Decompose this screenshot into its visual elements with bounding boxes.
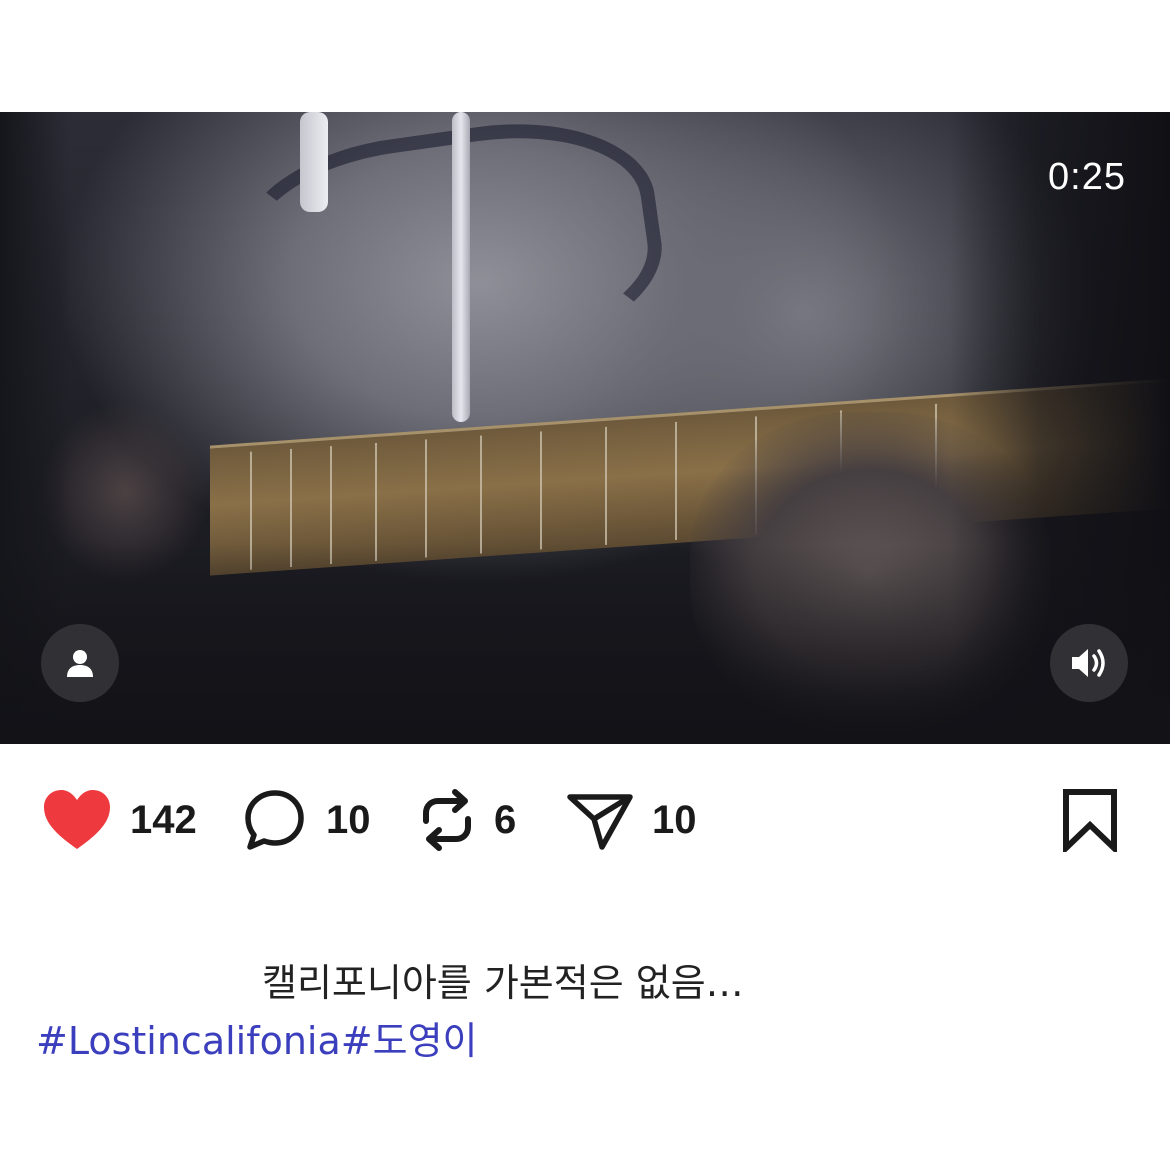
like-button[interactable]: 142 [42, 770, 197, 870]
hashtag-link[interactable]: #도영이 [341, 1019, 478, 1063]
video-duration: 0:25 [1048, 156, 1126, 198]
hashtag-list: #Lostincalifonia#도영이 [36, 1010, 478, 1065]
like-count: 142 [130, 797, 197, 842]
paper-plane-icon [567, 794, 633, 850]
speaker-icon [1072, 649, 1105, 677]
post-caption: 캘리포니아를 가본적은 없음… [262, 961, 744, 1005]
sound-toggle-button[interactable] [1050, 624, 1128, 702]
comment-bubble-icon [245, 790, 304, 850]
save-button[interactable] [1060, 784, 1120, 856]
repost-button[interactable]: 6 [418, 770, 516, 870]
bookmark-icon [1063, 789, 1117, 852]
hoodie-string [300, 112, 328, 212]
comment-count: 10 [326, 797, 371, 842]
share-button[interactable]: 10 [566, 770, 697, 870]
tagged-users-button[interactable] [41, 624, 119, 702]
hashtag-link[interactable]: #Lostincalifonia [36, 1019, 341, 1063]
hoodie-string [452, 112, 470, 422]
repost-count: 6 [494, 797, 517, 842]
heart-icon [44, 790, 110, 849]
person-icon [67, 650, 93, 677]
shirt-print [226, 112, 674, 391]
share-count: 10 [652, 797, 697, 842]
action-bar: 142 10 6 10 [0, 770, 1170, 870]
video-player[interactable]: 0:25 [0, 112, 1170, 744]
repost-icon [423, 789, 471, 851]
comment-button[interactable]: 10 [242, 770, 371, 870]
